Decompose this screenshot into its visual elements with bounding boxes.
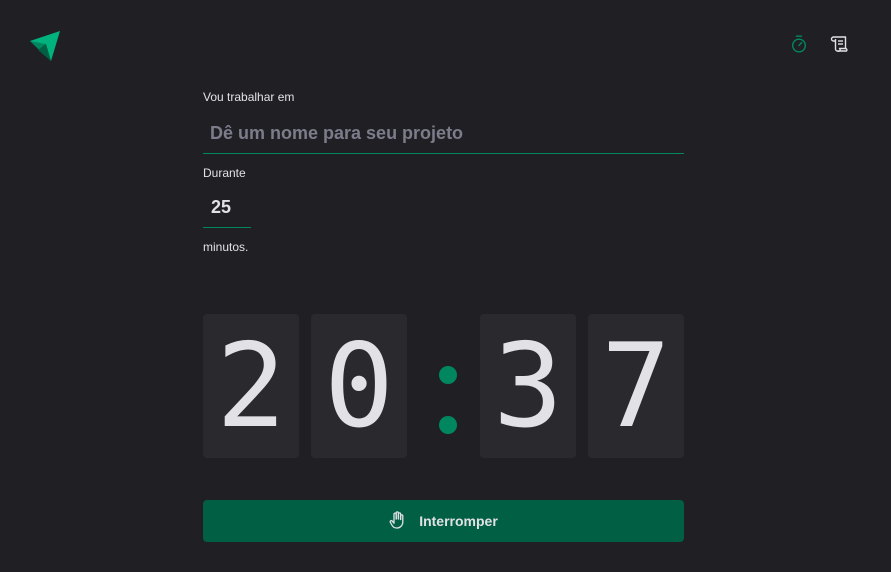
task-input[interactable] — [203, 114, 684, 154]
countdown: 2 0 : 3 7 — [203, 314, 684, 458]
nav-timer-link[interactable] — [787, 35, 811, 58]
header-nav — [787, 35, 851, 58]
interrupt-button[interactable]: Interromper — [203, 500, 684, 542]
countdown-separator: : — [432, 314, 464, 458]
countdown-seconds-tens: 3 — [480, 314, 576, 458]
task-form: Vou trabalhar em Durante minutos. — [203, 88, 684, 254]
separator-dot-top — [439, 366, 457, 384]
countdown-seconds-ones: 7 — [588, 314, 684, 458]
ignite-logo-icon — [29, 30, 61, 62]
minutes-amount-input[interactable] — [203, 188, 251, 228]
separator-dot-bottom — [439, 416, 457, 434]
task-label: Vou trabalhar em — [203, 90, 295, 104]
countdown-minutes-ones: 0 — [311, 314, 407, 458]
interrupt-button-label: Interromper — [419, 513, 498, 529]
countdown-minutes-tens: 2 — [203, 314, 299, 458]
minutes-suffix-label: minutos. — [203, 240, 249, 254]
duration-label: Durante — [203, 166, 246, 180]
scroll-history-icon — [830, 35, 848, 57]
nav-history-link[interactable] — [827, 35, 851, 57]
timer-icon — [791, 35, 807, 58]
hand-palm-icon — [389, 510, 405, 532]
